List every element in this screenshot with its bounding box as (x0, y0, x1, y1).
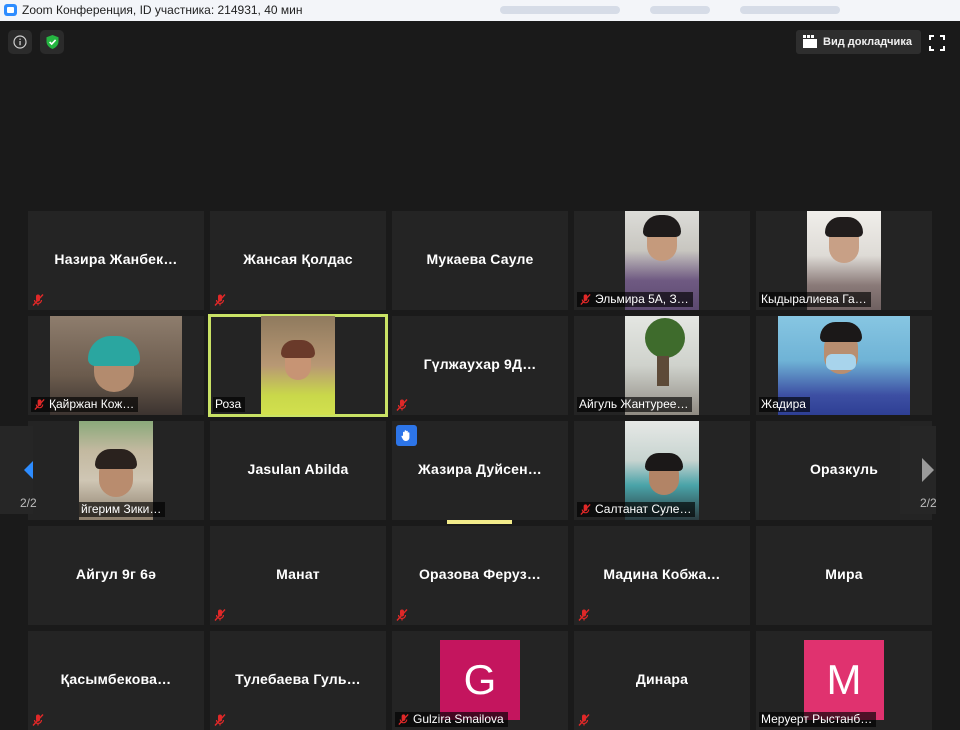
participant-name: Динара (635, 671, 689, 687)
fullscreen-button[interactable] (928, 34, 946, 52)
participant-name: Қайржан Кож… (49, 397, 135, 411)
participant-label: Қайржан Кож… (31, 397, 139, 412)
participant-tile[interactable]: Jasulan Abilda (210, 421, 386, 520)
participant-name: Мукаева Сауле (426, 251, 534, 267)
speaking-indicator (447, 520, 512, 524)
participant-name: Роза (215, 397, 242, 411)
background-window-blur (740, 6, 840, 14)
encryption-button[interactable] (40, 30, 64, 54)
participant-name: Оразова Феруз… (418, 566, 542, 582)
participant-tile[interactable]: Назира Жанбек… (28, 211, 204, 310)
participant-name: Эльмира 5А, З… (595, 292, 689, 306)
window-titlebar: Zoom Конференция, ID участника: 214931, … (0, 0, 960, 21)
participant-name: Мадина Кобжа… (603, 566, 721, 582)
participant-name: Айгуль Жантурее… (579, 397, 689, 411)
participant-tile[interactable]: Гүлжаухар 9Д… (392, 316, 568, 415)
mic-muted-icon (396, 399, 408, 411)
mic-muted-icon (214, 714, 226, 726)
mic-muted-icon (32, 714, 44, 726)
zoom-app-icon (4, 4, 17, 16)
page-indicator-right: 2/2 (920, 496, 937, 510)
speaker-view-label: Вид докладчика (823, 36, 912, 48)
mic-muted-icon (214, 294, 226, 306)
participant-avatar: M (804, 640, 884, 720)
participant-tile[interactable]: Эльмира 5А, З… (574, 211, 750, 310)
participant-tile[interactable]: Айгуль Жантурее… (574, 316, 750, 415)
participant-tile[interactable]: йгерим Зики… (28, 421, 204, 520)
background-window-blur (500, 6, 620, 14)
participant-tile[interactable]: Жадира (756, 316, 932, 415)
window-title: Zoom Конференция, ID участника: 214931, … (22, 3, 303, 17)
info-icon (13, 35, 27, 49)
participant-tile[interactable]: Салтанат Суле… (574, 421, 750, 520)
participant-label: Жадира (759, 397, 810, 412)
mic-muted-icon (396, 609, 408, 621)
shield-check-icon (46, 35, 58, 49)
participant-name: Мира (825, 566, 863, 582)
participant-tile[interactable]: Жазира Дуйсен… (392, 421, 568, 520)
mic-muted-icon (580, 503, 591, 516)
participant-label: Айгуль Жантурее… (577, 397, 693, 412)
participant-label: Эльмира 5А, З… (577, 292, 693, 307)
mic-muted-icon (34, 398, 45, 411)
mic-muted-icon (214, 609, 226, 621)
mic-muted-icon (578, 714, 590, 726)
participant-tile[interactable]: Қасымбекова… (28, 631, 204, 730)
participant-tile[interactable]: G Gulzira Smailova (392, 631, 568, 730)
raised-hand-icon (401, 430, 410, 441)
participant-name: Қасымбекова… (60, 671, 172, 687)
participant-name: Жансая Қолдас (243, 251, 353, 267)
page-indicator-left: 2/2 (20, 496, 37, 510)
participant-name: Гүлжаухар 9Д… (423, 356, 537, 372)
mic-muted-icon (578, 609, 590, 621)
participant-tile[interactable]: Кыдыралиева Га… (756, 211, 932, 310)
participant-label: йгерим Зики… (79, 502, 166, 517)
participant-name: Jasulan Abilda (247, 461, 349, 477)
participant-label: Роза (213, 397, 246, 412)
participant-name: йгерим Зики… (81, 502, 162, 516)
participant-tile[interactable]: Жансая Қолдас (210, 211, 386, 310)
participant-name: Кыдыралиева Га… (761, 292, 867, 306)
participant-video (261, 316, 335, 415)
participant-tile-active-speaker[interactable]: Роза (208, 314, 388, 417)
participant-name: Жадира (761, 397, 806, 411)
raised-hand-badge (396, 425, 417, 446)
speaker-view-button[interactable]: Вид докладчика (796, 30, 921, 54)
meeting-info-button[interactable] (8, 30, 32, 54)
participant-name: Айгул 9г 6ә (75, 566, 157, 582)
participant-tile[interactable]: Тулебаева Гуль… (210, 631, 386, 730)
participant-tile[interactable]: Қайржан Кож… (28, 316, 204, 415)
participant-name: Назира Жанбек… (54, 251, 178, 267)
participant-tile[interactable]: Манат (210, 526, 386, 625)
mic-muted-icon (580, 293, 591, 306)
participant-tile[interactable]: Мадина Кобжа… (574, 526, 750, 625)
participant-label: Кыдыралиева Га… (759, 292, 871, 307)
participant-name: Манат (276, 566, 320, 582)
participant-tile[interactable]: Динара (574, 631, 750, 730)
participant-label: Салтанат Суле… (577, 502, 696, 517)
participant-tile[interactable]: Оразова Феруз… (392, 526, 568, 625)
participant-tile[interactable]: Мукаева Сауле (392, 211, 568, 310)
participant-name: Жазира Дуйсен… (418, 461, 542, 477)
speaker-view-icon (803, 35, 817, 48)
participant-name: Салтанат Суле… (595, 502, 692, 516)
background-window-blur (650, 6, 710, 14)
participant-tile[interactable]: M Меруерт Рыстанб… (756, 631, 932, 730)
participant-tile[interactable]: Мира (756, 526, 932, 625)
participant-name: Тулебаева Гуль… (235, 671, 361, 687)
mic-muted-icon (32, 294, 44, 306)
participant-avatar: G (440, 640, 520, 720)
fullscreen-icon (929, 35, 945, 51)
participant-tile[interactable]: Айгул 9г 6ә (28, 526, 204, 625)
